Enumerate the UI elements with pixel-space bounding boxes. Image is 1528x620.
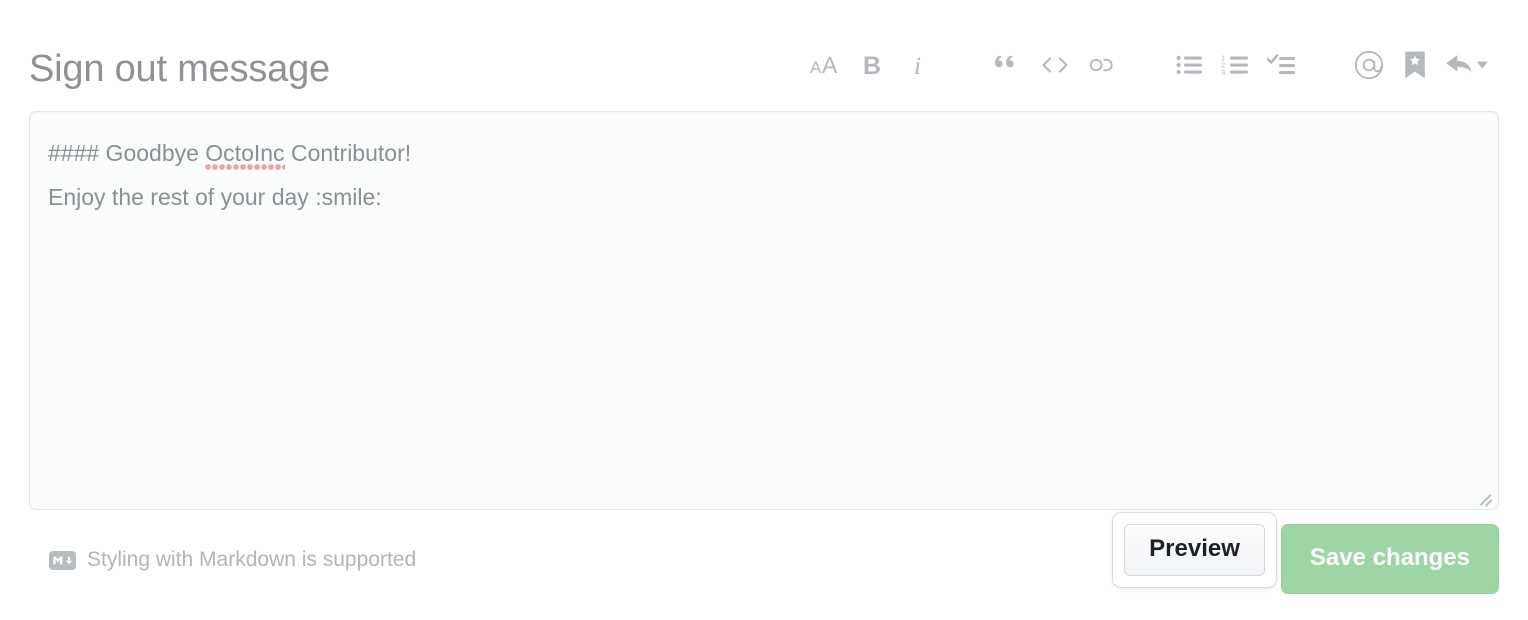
heading-aa-icon: A A [810,52,844,78]
mention-at-icon-button[interactable] [1346,45,1392,85]
svg-text:A: A [822,52,838,78]
svg-text:3: 3 [1221,68,1225,77]
unordered-list-icon-button[interactable] [1168,45,1214,85]
link-icon-button[interactable] [1078,45,1124,85]
markdown-hint-text: Styling with Markdown is supported [87,548,417,571]
editor-footer: Styling with Markdown is supported Previ… [29,513,1499,608]
toolbar-group-extras [1346,45,1500,85]
svg-text:i: i [914,53,921,78]
code-icon-button[interactable] [1032,45,1078,85]
footer-actions: Preview Save changes [1113,513,1499,594]
quote-icon [995,52,1023,78]
bookmark-star-icon-button[interactable] [1392,45,1438,85]
misspelled-word: OctoInc [205,140,285,172]
italic-icon: i [911,52,927,78]
code-icon [1041,52,1069,78]
heading-aa-icon-button[interactable]: A A [804,45,850,85]
toolbar-group-text-format: A A B i [804,45,942,85]
save-changes-button[interactable]: Save changes [1280,524,1499,594]
header: Sign out message A A B i 1 2 3 [0,0,1528,105]
quote-icon-button[interactable] [986,45,1032,85]
textarea-line-1-suffix: Contributor! [284,140,412,166]
task-list-icon [1267,52,1299,78]
bold-icon: B [862,52,884,78]
link-icon [1086,52,1116,78]
toolbar-group-insert-block [986,45,1124,85]
unordered-list-icon [1176,52,1206,78]
textarea-resize-handle[interactable] [1476,488,1494,507]
svg-text:B: B [863,52,881,78]
markdown-support-hint: Styling with Markdown is supported [49,548,416,572]
textarea-line-2: Enjoy the rest of your day :smile: [48,184,382,210]
sign-out-message-page: Sign out message A A B i 1 2 3 #### Good… [0,0,1528,620]
preview-button[interactable]: Preview [1124,524,1265,576]
bookmark-star-icon [1402,50,1428,80]
markdown-toolbar: A A B i 1 2 3 [804,44,1500,86]
preview-button-focus-ring: Preview [1113,513,1276,587]
mention-at-icon [1353,49,1385,81]
markdown-icon [49,550,76,570]
svg-text:A: A [810,58,822,77]
task-list-icon-button[interactable] [1260,45,1306,85]
page-title: Sign out message [29,48,330,91]
textarea-line-1-prefix: #### Goodbye [48,140,206,166]
ordered-list-icon: 1 2 3 [1221,52,1253,78]
reply-arrow-icon-button[interactable] [1438,45,1500,85]
ordered-list-icon-button[interactable]: 1 2 3 [1214,45,1260,85]
toolbar-group-lists: 1 2 3 [1168,45,1306,85]
textarea-content: #### Goodbye OctoInc Contributor! Enjoy … [48,131,1480,219]
italic-icon-button[interactable]: i [896,45,942,85]
sign-out-message-textarea[interactable]: #### Goodbye OctoInc Contributor! Enjoy … [29,111,1499,510]
reply-arrow-icon [1444,52,1494,78]
bold-icon-button[interactable]: B [850,45,896,85]
